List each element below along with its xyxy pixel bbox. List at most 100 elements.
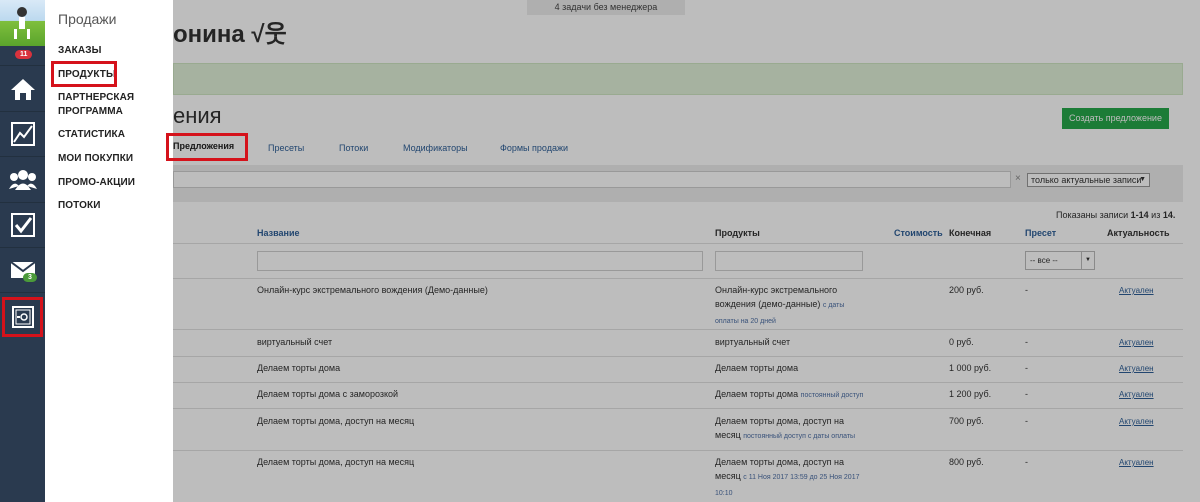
row-2-price: 0 руб. — [949, 337, 974, 347]
filter-divider — [173, 278, 1183, 279]
column-header-preset[interactable]: Пресет — [1025, 228, 1056, 238]
row-4-product-line1: Делаем торты дома — [715, 389, 799, 399]
submenu-item-streams[interactable]: ПОТОКИ — [58, 199, 101, 213]
column-header-cost[interactable]: Стоимость — [894, 228, 943, 238]
row-1-products: Онлайн-курс экстремального вождения (демо… — [715, 283, 875, 329]
column-header-name[interactable]: Название — [257, 228, 299, 238]
preset-filter-select[interactable]: -- все -- ▼ — [1025, 251, 1095, 270]
submenu-item-promo[interactable]: ПРОМО-АКЦИИ — [58, 176, 135, 190]
highlight-offers-tab — [166, 133, 248, 161]
row-1-status-link[interactable]: Актуален — [1119, 286, 1154, 295]
column-header-products: Продукты — [715, 228, 760, 238]
row-3-price: 1 000 руб. — [949, 363, 992, 373]
row-3-name[interactable]: Делаем торты дома — [257, 361, 340, 375]
preset-filter-value: -- все -- — [1030, 256, 1058, 265]
row-6-name[interactable]: Делаем торты дома, доступ на месяц — [257, 455, 414, 469]
row-1-note1: с даты — [822, 302, 845, 309]
chevron-down-icon: ▼ — [1139, 176, 1146, 183]
row-1-preset: - — [1025, 285, 1028, 295]
submenu-item-my-purchases[interactable]: МОИ ПОКУПКИ — [58, 152, 133, 166]
row-5-product-line1: Делаем торты дома, доступ на — [715, 416, 844, 426]
row-5-preset: - — [1025, 416, 1028, 426]
row-divider — [173, 356, 1183, 357]
row-6-note2: с 11 Ноя 2017 13:59 до 25 Ноя 2017 — [743, 474, 860, 481]
row-4-products: Делаем торты дома постоянный доступ — [715, 387, 863, 403]
row-divider — [173, 450, 1183, 451]
row-5-status-link[interactable]: Актуален — [1119, 417, 1154, 426]
actuality-filter-value: только актуальные записи — [1031, 175, 1142, 185]
sales-submenu: Продажи ЗАКАЗЫ ПРОДУКТЫ ПАРТНЕРСКАЯ ПРОГ… — [45, 0, 173, 502]
users-icon[interactable] — [0, 158, 45, 202]
row-divider — [173, 329, 1183, 330]
row-5-product-line2: месяц — [715, 430, 741, 440]
submenu-item-orders[interactable]: ЗАКАЗЫ — [58, 44, 101, 58]
column-header-final: Конечная — [949, 228, 992, 238]
row-5-note2: постоянный доступ с даты оплаты — [743, 433, 856, 440]
tab-sale-forms[interactable]: Формы продажи — [500, 143, 568, 153]
row-1-price: 200 руб. — [949, 285, 984, 295]
row-2-products: виртуальный счет — [715, 337, 791, 347]
section-title: ения — [173, 103, 222, 128]
row-2-preset: - — [1025, 337, 1028, 347]
row-6-status-link[interactable]: Актуален — [1119, 458, 1154, 467]
column-header-actuality: Актуальность — [1107, 228, 1170, 238]
row-4-price: 1 200 руб. — [949, 389, 992, 399]
icon-sidebar: 11 3 — [0, 0, 45, 502]
top-notice[interactable]: 4 задачи без менеджера — [527, 0, 685, 15]
row-1-product-line2: вождения (демо-данные) — [715, 299, 821, 309]
create-offer-button[interactable]: Создать предложение — [1062, 108, 1169, 129]
divider — [0, 156, 45, 157]
tab-streams[interactable]: Потоки — [339, 143, 368, 153]
row-1-name[interactable]: Онлайн-курс экстремального вождения (Дем… — [257, 283, 488, 297]
tab-presets[interactable]: Пресеты — [268, 143, 304, 153]
records-info-total: 14. — [1162, 210, 1176, 220]
records-info-middle: из — [1148, 210, 1163, 220]
notification-badge: 11 — [15, 50, 33, 59]
row-5-products: Делаем торты дома, доступ на месяц постоя… — [715, 414, 885, 444]
chart-icon[interactable] — [0, 112, 45, 156]
divider — [0, 65, 45, 66]
name-filter-input[interactable] — [257, 251, 703, 271]
records-info: Показаны записи 1-14 из 14. — [1056, 210, 1175, 220]
row-3-status-link[interactable]: Актуален — [1119, 364, 1154, 373]
submenu-item-statistics[interactable]: СТАТИСТИКА — [58, 128, 125, 142]
highlight-safe-icon — [2, 297, 43, 337]
avatar-figure-icon — [14, 7, 30, 39]
avatar[interactable] — [0, 0, 45, 46]
row-4-preset: - — [1025, 389, 1028, 399]
main-content: 4 задачи без менеджера онина √웃 ения Соз… — [173, 0, 1200, 502]
row-2-status-link[interactable]: Актуален — [1119, 338, 1154, 347]
row-6-product-line1: Делаем торты дома, доступ на — [715, 457, 844, 467]
clear-icon[interactable]: × — [1015, 173, 1021, 184]
row-1-product-line1: Онлайн-курс экстремального — [715, 285, 838, 295]
tab-modifiers[interactable]: Модификаторы — [403, 143, 468, 153]
row-6-price: 800 руб. — [949, 457, 984, 467]
row-6-preset: - — [1025, 457, 1028, 467]
row-2-name[interactable]: виртуальный счет — [257, 335, 332, 349]
success-alert — [173, 63, 1183, 95]
submenu-item-partner-program[interactable]: ПАРТНЕРСКАЯ ПРОГРАММА — [58, 91, 148, 119]
chevron-down-icon: ▼ — [1081, 252, 1094, 269]
row-6-product-line2: месяц — [715, 471, 741, 481]
row-4-status-link[interactable]: Актуален — [1119, 390, 1154, 399]
records-info-prefix: Показаны записи — [1056, 210, 1131, 220]
mail-badge: 3 — [23, 273, 37, 282]
checkbox-icon[interactable] — [0, 203, 45, 247]
row-divider — [173, 408, 1183, 409]
products-filter-input[interactable] — [715, 251, 863, 271]
row-divider — [173, 382, 1183, 383]
row-6-note3: 10:10 — [715, 490, 733, 497]
page-title: онина √웃 — [173, 21, 287, 48]
search-input[interactable] — [173, 171, 1011, 188]
row-1-note2: оплаты на 20 дней — [715, 318, 776, 325]
row-5-name[interactable]: Делаем торты дома, доступ на месяц — [257, 414, 414, 428]
divider — [0, 292, 45, 293]
mail-icon[interactable] — [0, 248, 45, 292]
actuality-filter-select[interactable]: только актуальные записи ▼ — [1027, 173, 1150, 187]
row-3-preset: - — [1025, 363, 1028, 373]
row-4-name[interactable]: Делаем торты дома с заморозкой — [257, 387, 398, 401]
records-info-range: 1-14 — [1130, 210, 1149, 220]
header-divider — [173, 243, 1183, 244]
home-icon[interactable] — [0, 67, 45, 111]
submenu-title: Продажи — [58, 11, 117, 27]
